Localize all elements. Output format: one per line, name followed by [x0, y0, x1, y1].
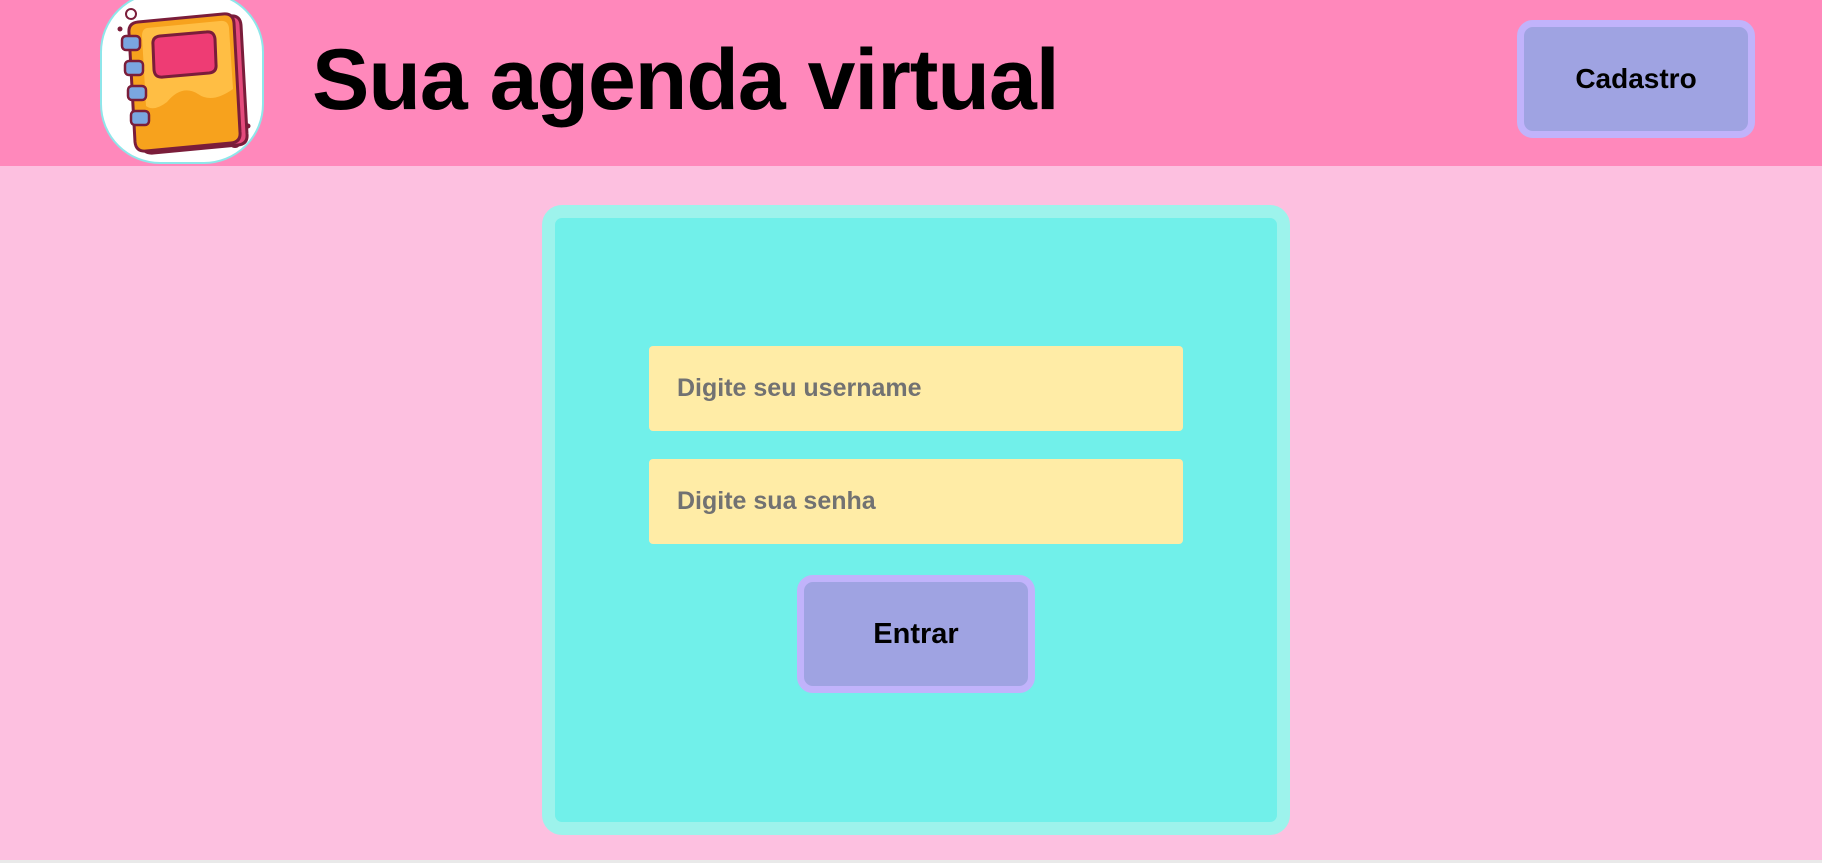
entrar-button[interactable]: Entrar: [797, 575, 1035, 693]
username-input[interactable]: [649, 346, 1183, 431]
cadastro-button[interactable]: Cadastro: [1517, 20, 1755, 138]
page-title: Sua agenda virtual: [312, 32, 1060, 128]
notebook-icon: [117, 8, 251, 155]
header-bar: Sua agenda virtual Cadastro: [0, 0, 1822, 166]
password-input[interactable]: [649, 459, 1183, 544]
logo: [100, 0, 264, 164]
